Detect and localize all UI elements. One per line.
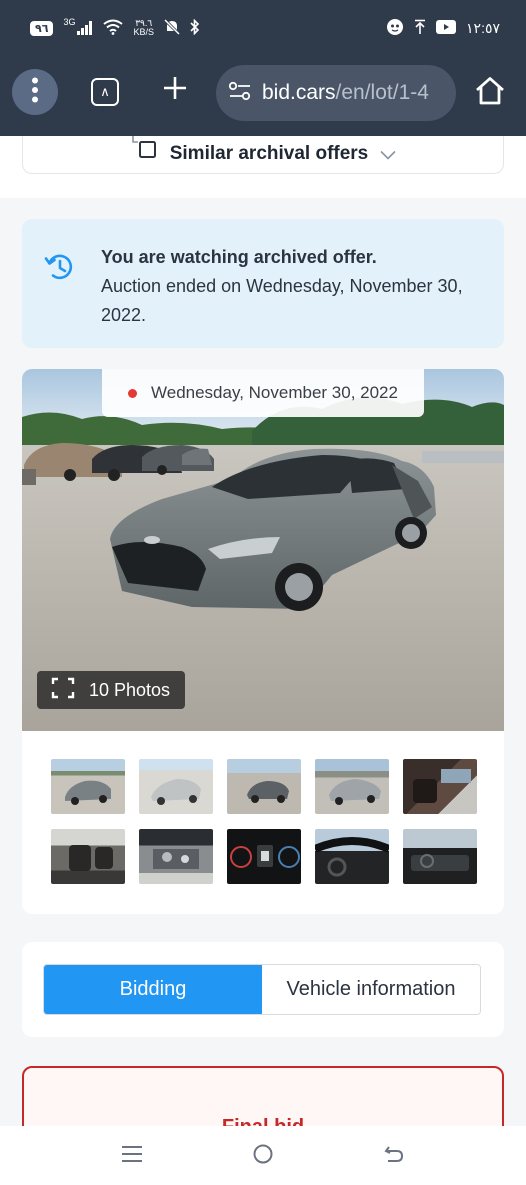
chevron-down-icon xyxy=(380,147,396,165)
bluetooth-icon xyxy=(190,18,200,38)
tab-vehicle-information[interactable]: Vehicle information xyxy=(262,965,480,1014)
data-speed: ٣٩.٦ KB/S xyxy=(133,19,154,37)
status-bar: ٩٦ 3G ٣٩.٦ KB/S ١٢:٥٧ xyxy=(0,0,526,56)
similar-offers-toggle[interactable]: Similar archival offers xyxy=(22,136,504,174)
youtube-icon xyxy=(436,19,457,37)
photos-count: 10 Photos xyxy=(89,679,171,700)
photo-gallery: Wednesday, November 30, 2022 10 Photos xyxy=(22,369,504,914)
data-speed-unit: KB/S xyxy=(133,27,154,37)
thumbnail-7[interactable] xyxy=(139,829,213,884)
thumbnail-4[interactable] xyxy=(315,759,389,814)
photos-button[interactable]: 10 Photos xyxy=(37,671,186,709)
status-right: ١٢:٥٧ xyxy=(386,18,500,39)
thumbnail-9[interactable] xyxy=(315,829,389,884)
archive-notice: You are watching archived offer. Auction… xyxy=(22,219,504,348)
signal-icon: 3G xyxy=(63,17,93,35)
thumbnail-6[interactable] xyxy=(51,829,125,884)
auction-date-badge: Wednesday, November 30, 2022 xyxy=(102,369,424,417)
home-circle-icon[interactable] xyxy=(253,1144,273,1169)
thumbnail-10[interactable] xyxy=(403,829,477,884)
final-bid-title: Final bid xyxy=(24,1116,502,1126)
status-left: ٩٦ 3G ٣٩.٦ KB/S xyxy=(30,17,200,38)
new-tab-icon xyxy=(162,71,188,109)
home-button[interactable] xyxy=(474,76,506,111)
browser-toolbar: ∧ bid.cars/en/lot/1-4 xyxy=(0,56,526,136)
auction-date: Wednesday, November 30, 2022 xyxy=(151,383,398,402)
mute-icon xyxy=(163,18,181,38)
back-icon[interactable] xyxy=(384,1144,404,1169)
fullscreen-icon xyxy=(51,677,75,704)
battery-icon: ٩٦ xyxy=(30,20,54,36)
history-icon xyxy=(44,251,76,288)
home-icon xyxy=(474,77,506,110)
tabs-card: Bidding Vehicle information xyxy=(22,942,504,1037)
new-tab-button[interactable] xyxy=(162,70,188,110)
thumbnail-grid xyxy=(51,759,477,884)
main-car-photo[interactable]: Wednesday, November 30, 2022 10 Photos xyxy=(22,369,504,731)
thumbnail-2[interactable] xyxy=(139,759,213,814)
menu-button[interactable] xyxy=(12,69,58,115)
url-domain: bid.cars xyxy=(262,81,336,104)
wifi-icon xyxy=(103,19,124,38)
final-bid-card: Final bid xyxy=(22,1066,504,1126)
archive-notice-title: You are watching archived offer. xyxy=(101,247,377,267)
similar-offers-icon xyxy=(130,136,158,165)
tabs-button[interactable]: ∧ xyxy=(91,78,119,106)
thumbnail-1[interactable] xyxy=(51,759,125,814)
tab-bidding[interactable]: Bidding xyxy=(44,965,262,1014)
upload-icon xyxy=(414,19,426,38)
address-bar[interactable]: bid.cars/en/lot/1-4 xyxy=(216,65,456,121)
archive-notice-text: You are watching archived offer. Auction… xyxy=(101,243,481,330)
thumbnail-5[interactable] xyxy=(403,759,477,814)
similar-offers-label: Similar archival offers xyxy=(169,143,369,164)
menu-dots-icon xyxy=(31,77,39,108)
site-settings-icon[interactable] xyxy=(228,81,252,106)
app-icon xyxy=(386,18,404,39)
archive-notice-body: Auction ended on Wednesday, November 30,… xyxy=(101,276,463,325)
clock: ١٢:٥٧ xyxy=(466,19,500,36)
network-type: 3G xyxy=(63,17,76,27)
thumbnail-3[interactable] xyxy=(227,759,301,814)
tab-group: Bidding Vehicle information xyxy=(43,964,481,1015)
url-text[interactable]: bid.cars/en/lot/1-4 xyxy=(262,81,429,105)
page: ٩٦ 3G ٣٩.٦ KB/S ١٢:٥٧ ∧ bid.cars/en/lot/… xyxy=(0,0,526,1185)
recent-apps-icon[interactable] xyxy=(122,1144,142,1169)
system-nav-bar xyxy=(0,1126,526,1185)
tabs-icon: ∧ xyxy=(100,84,110,99)
status-dot xyxy=(128,388,137,398)
thumbnail-8[interactable] xyxy=(227,829,301,884)
url-path: /en/lot/1-4 xyxy=(335,81,429,104)
page-content: Similar archival offers You are watching… xyxy=(0,136,526,1126)
